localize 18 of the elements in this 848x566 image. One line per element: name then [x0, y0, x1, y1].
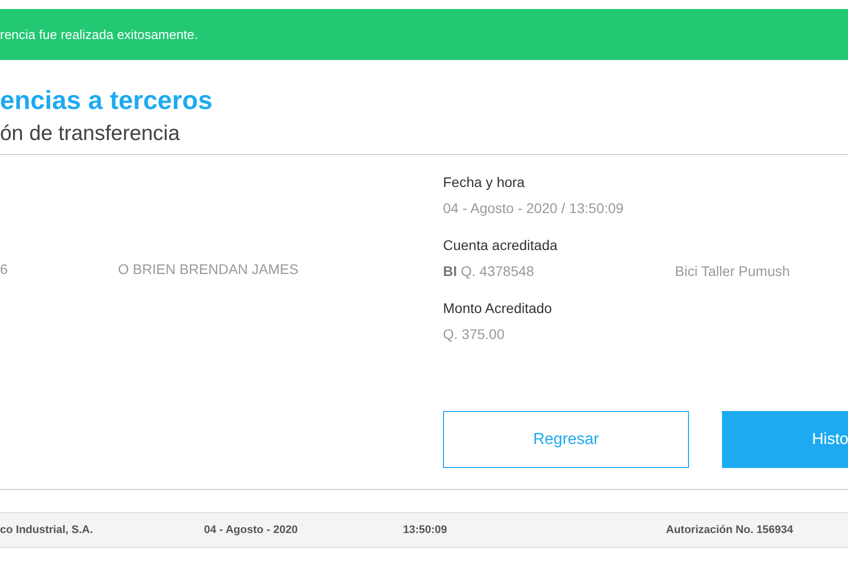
footer-text: 04 - Agosto - 2020: [204, 524, 299, 536]
detail-label: Monto Acreditado: [443, 299, 553, 317]
footer-text: co Industrial, S.A.: [0, 524, 94, 536]
detail-value: Q. 375.00: [443, 325, 506, 343]
account-name: Bici Taller Pumush: [675, 262, 790, 280]
detail-value: 04 - Agosto - 2020 / 13:50:09: [443, 199, 625, 217]
section-subtitle: ón de transferencia: [0, 121, 181, 147]
back-button[interactable]: Regresar: [443, 411, 689, 468]
footer-text: Autorización No. 156934: [666, 524, 794, 536]
footer-text: 13:50:09: [403, 524, 448, 536]
detail-value: BI Q. 4378548: [443, 262, 536, 280]
alert-message: rencia fue realizada exitosamente.: [0, 27, 198, 42]
account-holder: O BRIEN BRENDAN JAMES: [118, 261, 298, 277]
history-button[interactable]: Histo: [722, 411, 848, 468]
page-title: encias a terceros: [0, 84, 214, 116]
debit-account: 6: [0, 261, 9, 277]
detail-label: Cuenta acreditada: [443, 236, 558, 254]
detail-label: Fecha y hora: [443, 173, 526, 191]
